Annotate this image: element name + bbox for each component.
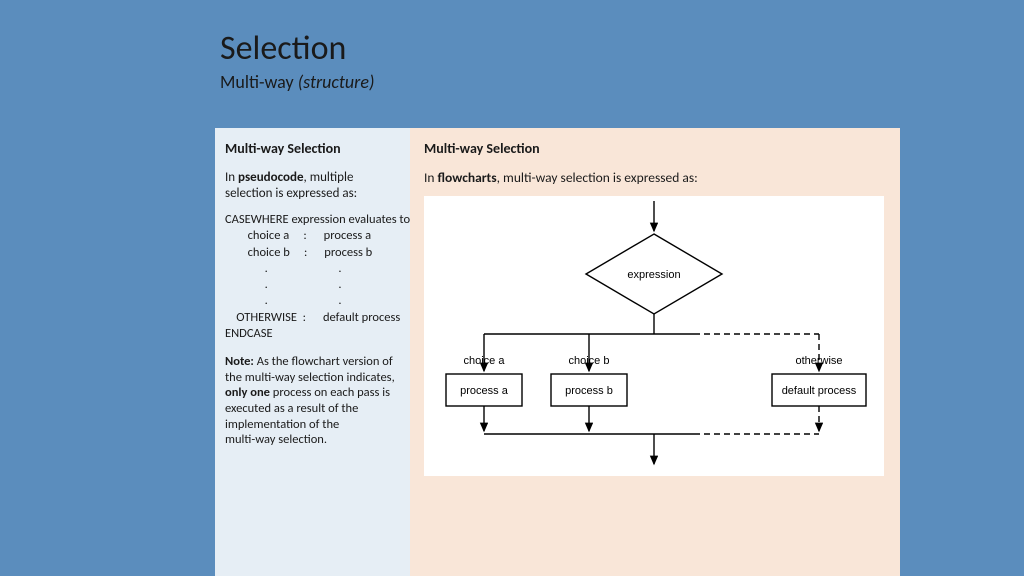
- note-tail: multi-way selection.: [225, 432, 327, 447]
- process-b-label: process b: [565, 385, 613, 397]
- fc-intro-pre: In: [424, 169, 438, 186]
- pseudocode-intro: In pseudocode, multiple selection is exp…: [225, 170, 400, 203]
- pseudocode-panel: Multi-way Selection In pseudocode, multi…: [215, 128, 410, 576]
- pseudocode-block: CASEWHERE expression evaluates to choice…: [225, 212, 400, 342]
- flowchart-panel: Multi-way Selection In flowcharts, multi…: [410, 128, 900, 576]
- slide-subtitle: Multi-way (structure): [220, 71, 374, 93]
- note-bold: only one: [225, 385, 270, 400]
- note-block: Note: As the flowchart version of the mu…: [225, 354, 400, 448]
- intro-bold: pseudocode: [238, 170, 303, 185]
- flowchart-diagram: expression choice a choice b otherwise: [424, 196, 884, 476]
- pseudocode-heading: Multi-way Selection: [225, 140, 400, 158]
- slide-header: Selection Multi-way (structure): [220, 28, 374, 93]
- subtitle-main: Multi-way: [220, 71, 298, 93]
- intro-pre: In: [225, 170, 238, 185]
- fc-intro-bold: flowcharts: [438, 169, 497, 186]
- choice-b-label: choice b: [569, 355, 610, 367]
- flowchart-heading: Multi-way Selection: [424, 140, 886, 157]
- content-columns: Multi-way Selection In pseudocode, multi…: [215, 128, 900, 576]
- subtitle-paren: (structure): [298, 71, 375, 93]
- choice-a-label: choice a: [464, 355, 506, 367]
- expression-label: expression: [627, 269, 680, 281]
- slide-title: Selection: [220, 28, 374, 69]
- otherwise-label: otherwise: [795, 355, 842, 367]
- flowchart-svg: expression choice a choice b otherwise: [424, 196, 884, 476]
- slide: Selection Multi-way (structure) Multi-wa…: [0, 0, 1024, 576]
- flowchart-intro: In flowcharts, multi-way selection is ex…: [424, 169, 886, 186]
- fc-intro-post: , multi-way selection is expressed as:: [497, 169, 698, 186]
- note-label: Note:: [225, 354, 254, 369]
- process-a-label: process a: [460, 385, 509, 397]
- default-process-label: default process: [782, 385, 857, 397]
